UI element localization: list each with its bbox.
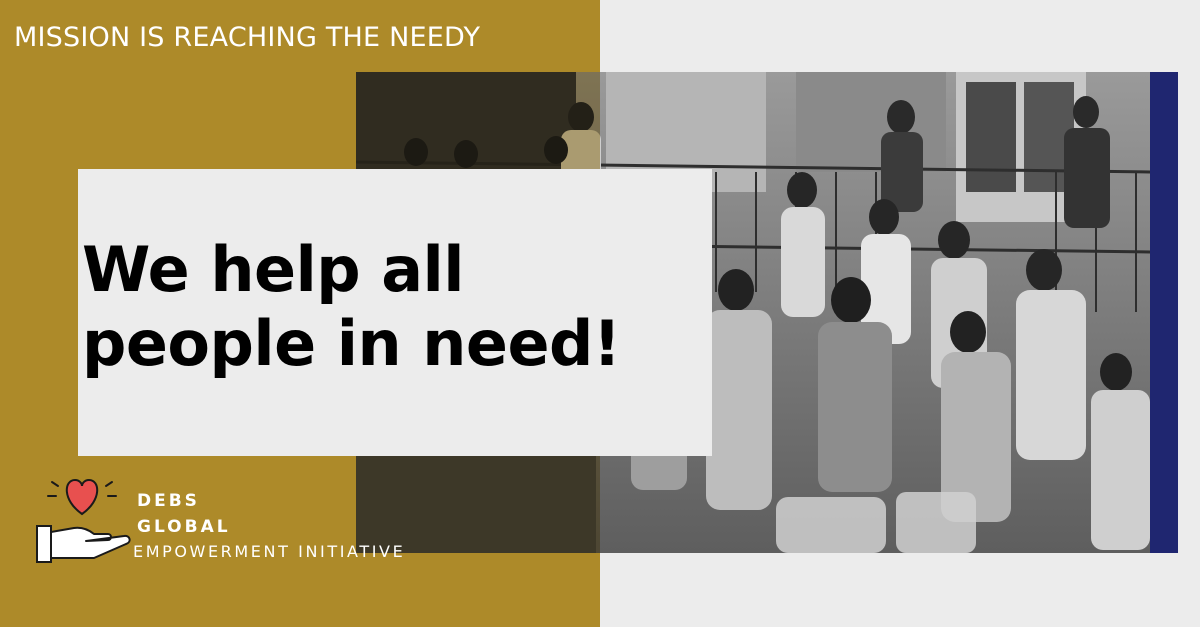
mission-tagline: MISSION IS REACHING THE NEEDY	[14, 22, 481, 53]
headline-line-1: We help all	[82, 233, 465, 306]
headline-line-2: people in need!	[82, 307, 621, 380]
brand-line-2: GLOBAL	[137, 517, 231, 537]
heart-in-hand-icon	[34, 470, 144, 570]
accent-bar	[1150, 72, 1178, 553]
headline: We help all people in need!	[82, 233, 722, 381]
brand-line-3: EMPOWERMENT INITIATIVE	[133, 542, 406, 561]
brand-name: DEBS GLOBAL EMPOWERMENT INITIATIVE	[133, 488, 405, 564]
brand-line-1: DEBS	[137, 491, 200, 511]
